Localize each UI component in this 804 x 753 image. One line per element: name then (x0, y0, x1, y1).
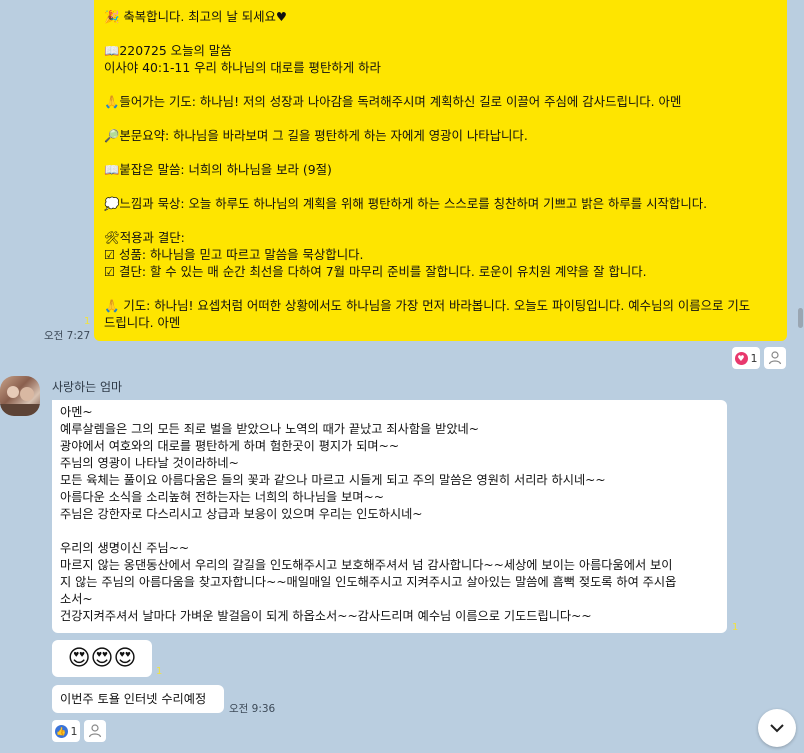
reply-message-line: 우리의 생명이신 주님~~ (60, 541, 190, 555)
reply-message-line: 광야에서 여호와의 대로를 평탄하게 하며 험한곳이 평지가 되며~~ (60, 439, 400, 453)
my-message-read-count: 1 (84, 316, 91, 327)
scrollbar[interactable] (794, 0, 804, 753)
my-message-line: 드립니다. 아멘 (104, 315, 181, 330)
reply-message-line: 건강지켜주셔서 날마다 가벼운 발걸음이 되게 하옵소서~~감사드리며 예수님 … (60, 609, 592, 623)
reply-message-line: 마르지 않는 옹댄동산에서 우리의 갈길을 인도해주시고 보호해주셔서 넘 감사… (60, 558, 673, 572)
thumbs-up-icon: 👍 (54, 724, 68, 738)
emoji-message-bubble[interactable]: 😍😍😍 (52, 640, 152, 677)
my-message-line (104, 110, 777, 127)
sender-name: 사랑하는 엄마 (52, 380, 123, 394)
person-icon (88, 724, 102, 738)
person-icon (768, 351, 782, 365)
reply-message-line: 주님의 영광이 나타날 것이라하네~ (60, 456, 239, 470)
my-message-line (104, 144, 777, 161)
my-message-line: 💭느낌과 묵상: 오늘 하루도 하나님의 계획을 위해 평탄하게 하는 스스로를… (104, 196, 708, 211)
heart-reaction-count: 1 (750, 351, 758, 365)
reply-message-line: 아멘~ (60, 405, 93, 419)
reply-read-count: 1 (732, 622, 739, 633)
repair-message: 이번주 토욜 인터넷 수리예정 (60, 691, 207, 706)
reply-message-line: 소서~ (60, 592, 93, 606)
my-message-line: 🔎본문요약: 하나님을 바라보며 그 길을 평탄하게 하는 자에게 영광이 나타… (104, 128, 528, 143)
add-reaction-button-2[interactable] (84, 720, 106, 742)
reply-message-line: 주님은 강한자로 다스리시고 상급과 보응이 있으며 우리는 인도하시네~ (60, 507, 423, 521)
repair-message-bubble[interactable]: 이번주 토욜 인터넷 수리예정 (52, 685, 224, 713)
my-message-line: 이사야 40:1-11 우리 하나님의 대로를 평탄하게 하라 (104, 60, 381, 75)
chevron-down-icon (770, 724, 784, 733)
reply-time: 오전 9:36 (229, 703, 276, 715)
reply-message-line (60, 523, 719, 540)
reply-message-line: 지 않는 주님의 아름다움을 찾고자합니다~~매일매일 인도해주시고 지켜주시고… (60, 575, 677, 589)
my-message-line: 🙏들어가는 기도: 하나님! 저의 성장과 나아감을 독려해주시며 계획하신 길… (104, 94, 682, 109)
my-message-line: 🛠적용과 결단: (104, 230, 185, 245)
my-message-time: 오전 7:27 (44, 330, 91, 342)
reply-message-line: 모든 육체는 풀이요 아름다움은 들의 꽃과 같으나 마르고 시들게 되고 주의… (60, 473, 606, 487)
my-message-line: ☑ 성품: 하나님을 믿고 따르고 말씀을 묵상합니다. (104, 247, 364, 262)
my-message-line (104, 76, 777, 93)
like-reaction-button[interactable]: 👍 1 (52, 720, 80, 742)
my-message-line: 🙏 기도: 하나님! 요셉처럼 어떠한 상황에서도 하나님을 가장 먼저 바라봅… (104, 298, 751, 313)
my-message-line (104, 25, 777, 42)
scrollbar-thumb[interactable] (798, 308, 803, 328)
heart-icon: ♥ (734, 351, 748, 365)
like-reaction-count: 1 (70, 724, 78, 738)
emoji-message: 😍😍😍 (67, 646, 137, 671)
my-message-line: 📖220725 오늘의 말씀 (104, 43, 232, 58)
emoji-read-count: 1 (156, 666, 163, 677)
my-message-line (104, 212, 777, 229)
heart-reaction-button[interactable]: ♥ 1 (732, 347, 760, 369)
my-message-line: 📖붙잡은 말씀: 너희의 하나님을 보라 (9절) (104, 162, 332, 177)
my-message-bubble[interactable]: 🎉 축복합니다. 최고의 날 되세요♥ 📖220725 오늘의 말씀이사야 40:… (94, 0, 787, 341)
scroll-down-button[interactable] (758, 709, 796, 747)
avatar[interactable] (0, 376, 40, 416)
my-message-line (104, 178, 777, 195)
reply-message-line: 아름다운 소식을 소리높혀 전하는자는 너희의 하나님을 보며~~ (60, 490, 384, 504)
my-message-line (104, 280, 777, 297)
my-message-line: 🎉 축복합니다. 최고의 날 되세요♥ (104, 9, 288, 24)
reply-message-bubble[interactable]: 아멘~ 예루살렘을은 그의 모든 죄로 벌을 받았으나 노역의 때가 끝났고 죄사… (52, 400, 727, 633)
add-reaction-button[interactable] (764, 347, 786, 369)
my-message-line: ☑ 결단: 할 수 있는 매 순간 최선을 다하여 7월 마무리 준비를 잘합니… (104, 264, 647, 279)
reply-message-line: 예루살렘을은 그의 모든 죄로 벌을 받았으나 노역의 때가 끝났고 죄사함을 … (60, 422, 479, 436)
